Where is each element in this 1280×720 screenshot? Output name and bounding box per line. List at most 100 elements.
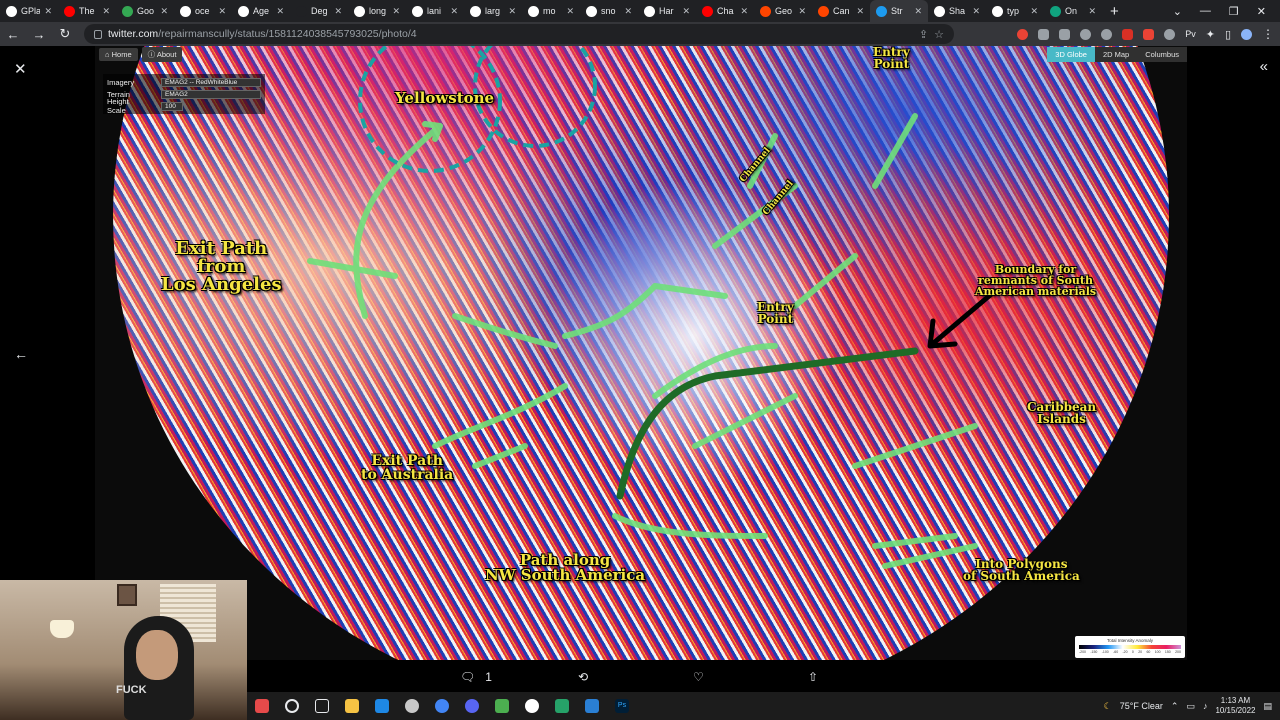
browser-tab[interactable]: Geo ✕: [754, 0, 812, 22]
tab-close-icon[interactable]: ✕: [450, 6, 458, 17]
chrome-icon[interactable]: [435, 699, 449, 713]
reload-icon[interactable]: ↻: [58, 26, 72, 42]
browser-tab[interactable]: On ✕: [1044, 0, 1102, 22]
tab-close-icon[interactable]: ✕: [914, 6, 922, 17]
new-tab-button[interactable]: +: [1102, 3, 1127, 20]
browser-tab[interactable]: mo ✕: [522, 0, 580, 22]
app-icon[interactable]: [255, 699, 269, 713]
side-panel-icon[interactable]: ▯: [1225, 28, 1231, 41]
avatar[interactable]: [1241, 28, 1252, 40]
browser-tab[interactable]: Cha ✕: [696, 0, 754, 22]
clock[interactable]: 1:13 AM 10/15/2022: [1215, 696, 1255, 715]
minimize-icon[interactable]: —: [1200, 5, 1211, 18]
address-bar[interactable]: twitter.com/repairmanscully/status/15811…: [84, 24, 954, 44]
discord-icon[interactable]: [465, 699, 479, 713]
browser-tab[interactable]: oce ✕: [174, 0, 232, 22]
extension-icon[interactable]: [1038, 28, 1050, 40]
browser-tab[interactable]: Can ✕: [812, 0, 870, 22]
reply-button[interactable]: 🗨 1: [460, 670, 492, 684]
extension-icons: Pv ✦ ▯ ⋮: [1017, 27, 1274, 41]
forward-icon[interactable]: →: [32, 27, 46, 42]
lock-icon[interactable]: [94, 29, 102, 39]
extension-icon[interactable]: [1059, 28, 1071, 40]
browser-tab[interactable]: Str ✕: [870, 0, 928, 22]
browser-tab[interactable]: long ✕: [348, 0, 406, 22]
browser-tab[interactable]: lani ✕: [406, 0, 464, 22]
notification-icon[interactable]: ▤: [1263, 701, 1272, 712]
puzzle-extensions-icon[interactable]: ✦: [1206, 28, 1215, 41]
app-icon[interactable]: [405, 699, 419, 713]
tab-close-icon[interactable]: ✕: [798, 6, 806, 17]
height-scale-select[interactable]: 100: [161, 101, 183, 111]
app-icon[interactable]: [495, 699, 509, 713]
tray-chevron-icon[interactable]: ⌃: [1171, 701, 1179, 712]
tab-close-icon[interactable]: ✕: [218, 6, 226, 17]
imagery-select[interactable]: EMAG2 -- RedWhiteBlue: [161, 77, 261, 87]
browser-tab[interactable]: larg ✕: [464, 0, 522, 22]
anomaly-legend: Total Intensity Anomaly -200 -150 -100 -60-…: [1075, 636, 1185, 658]
cortana-icon[interactable]: [285, 699, 299, 713]
tab-close-icon[interactable]: ✕: [972, 6, 980, 17]
tab-close-icon[interactable]: ✕: [334, 6, 342, 17]
extension-icon[interactable]: [1101, 28, 1113, 40]
browser-tab[interactable]: GPla ✕: [0, 0, 58, 22]
restore-icon[interactable]: ❐: [1229, 5, 1239, 18]
tab-close-icon[interactable]: ✕: [624, 6, 632, 17]
terrain-select[interactable]: EMAG2: [161, 89, 261, 99]
bookmark-star-icon[interactable]: ☆: [934, 28, 944, 41]
profile-extension-icon[interactable]: Pv: [1185, 29, 1196, 39]
like-button[interactable]: ♡: [693, 670, 704, 684]
share-tweet-button[interactable]: ⇧: [808, 670, 818, 684]
extension-icon[interactable]: [1017, 28, 1029, 40]
tab-close-icon[interactable]: ✕: [276, 6, 284, 17]
tab-3d-globe[interactable]: 3D Globe: [1047, 46, 1095, 62]
tab-close-icon[interactable]: ✕: [160, 6, 168, 17]
tab-close-icon[interactable]: ✕: [392, 6, 400, 17]
file-explorer-icon[interactable]: [345, 699, 359, 713]
tab-search-icon[interactable]: ⌄: [1173, 5, 1182, 18]
close-icon[interactable]: ✕: [14, 60, 27, 78]
weather-text[interactable]: 75°F Clear: [1120, 701, 1163, 711]
photoshop-icon[interactable]: Ps: [615, 699, 629, 713]
expand-sidebar-icon[interactable]: «: [1260, 58, 1268, 75]
previous-photo-icon[interactable]: ←: [14, 346, 28, 362]
menu-kebab-icon[interactable]: ⋮: [1262, 27, 1274, 41]
home-button[interactable]: ⌂ Home: [99, 47, 138, 61]
app-icon[interactable]: [525, 699, 539, 713]
task-view-icon[interactable]: [315, 699, 329, 713]
extension-icon[interactable]: [1164, 28, 1176, 40]
extension-icon[interactable]: [1143, 28, 1155, 40]
tab-close-icon[interactable]: ✕: [856, 6, 864, 17]
app-icon[interactable]: [555, 699, 569, 713]
browser-tab[interactable]: Deg ✕: [290, 0, 348, 22]
tab-close-icon[interactable]: ✕: [682, 6, 690, 17]
mail-icon[interactable]: [375, 699, 389, 713]
tab-close-icon[interactable]: ✕: [1088, 6, 1096, 17]
browser-tab[interactable]: typ ✕: [986, 0, 1044, 22]
tab-label: oce: [195, 6, 210, 16]
retweet-button[interactable]: ⟲: [578, 670, 588, 684]
browser-tab[interactable]: sno ✕: [580, 0, 638, 22]
tab-close-icon[interactable]: ✕: [566, 6, 574, 17]
app-icon[interactable]: [585, 699, 599, 713]
tab-close-icon[interactable]: ✕: [740, 6, 748, 17]
volume-icon[interactable]: ♪: [1203, 701, 1208, 711]
browser-tab[interactable]: Age ✕: [232, 0, 290, 22]
tab-close-icon[interactable]: ✕: [508, 6, 516, 17]
about-button[interactable]: ⓘ About: [141, 46, 183, 62]
browser-tab[interactable]: The ✕: [58, 0, 116, 22]
tab-close-icon[interactable]: ✕: [44, 6, 52, 17]
browser-tab[interactable]: Sha ✕: [928, 0, 986, 22]
extension-icon[interactable]: [1122, 28, 1134, 40]
browser-tab[interactable]: Goo ✕: [116, 0, 174, 22]
close-window-icon[interactable]: ✕: [1257, 5, 1266, 18]
network-icon[interactable]: ▭: [1186, 701, 1195, 712]
tab-2d-map[interactable]: 2D Map: [1094, 46, 1138, 62]
browser-tab[interactable]: Har ✕: [638, 0, 696, 22]
tab-close-icon[interactable]: ✕: [102, 6, 110, 17]
share-icon[interactable]: ⇪: [919, 28, 928, 41]
back-icon[interactable]: ←: [6, 27, 20, 42]
tab-close-icon[interactable]: ✕: [1030, 6, 1038, 17]
tab-columbus[interactable]: Columbus: [1137, 46, 1187, 62]
extension-icon[interactable]: [1080, 28, 1092, 40]
